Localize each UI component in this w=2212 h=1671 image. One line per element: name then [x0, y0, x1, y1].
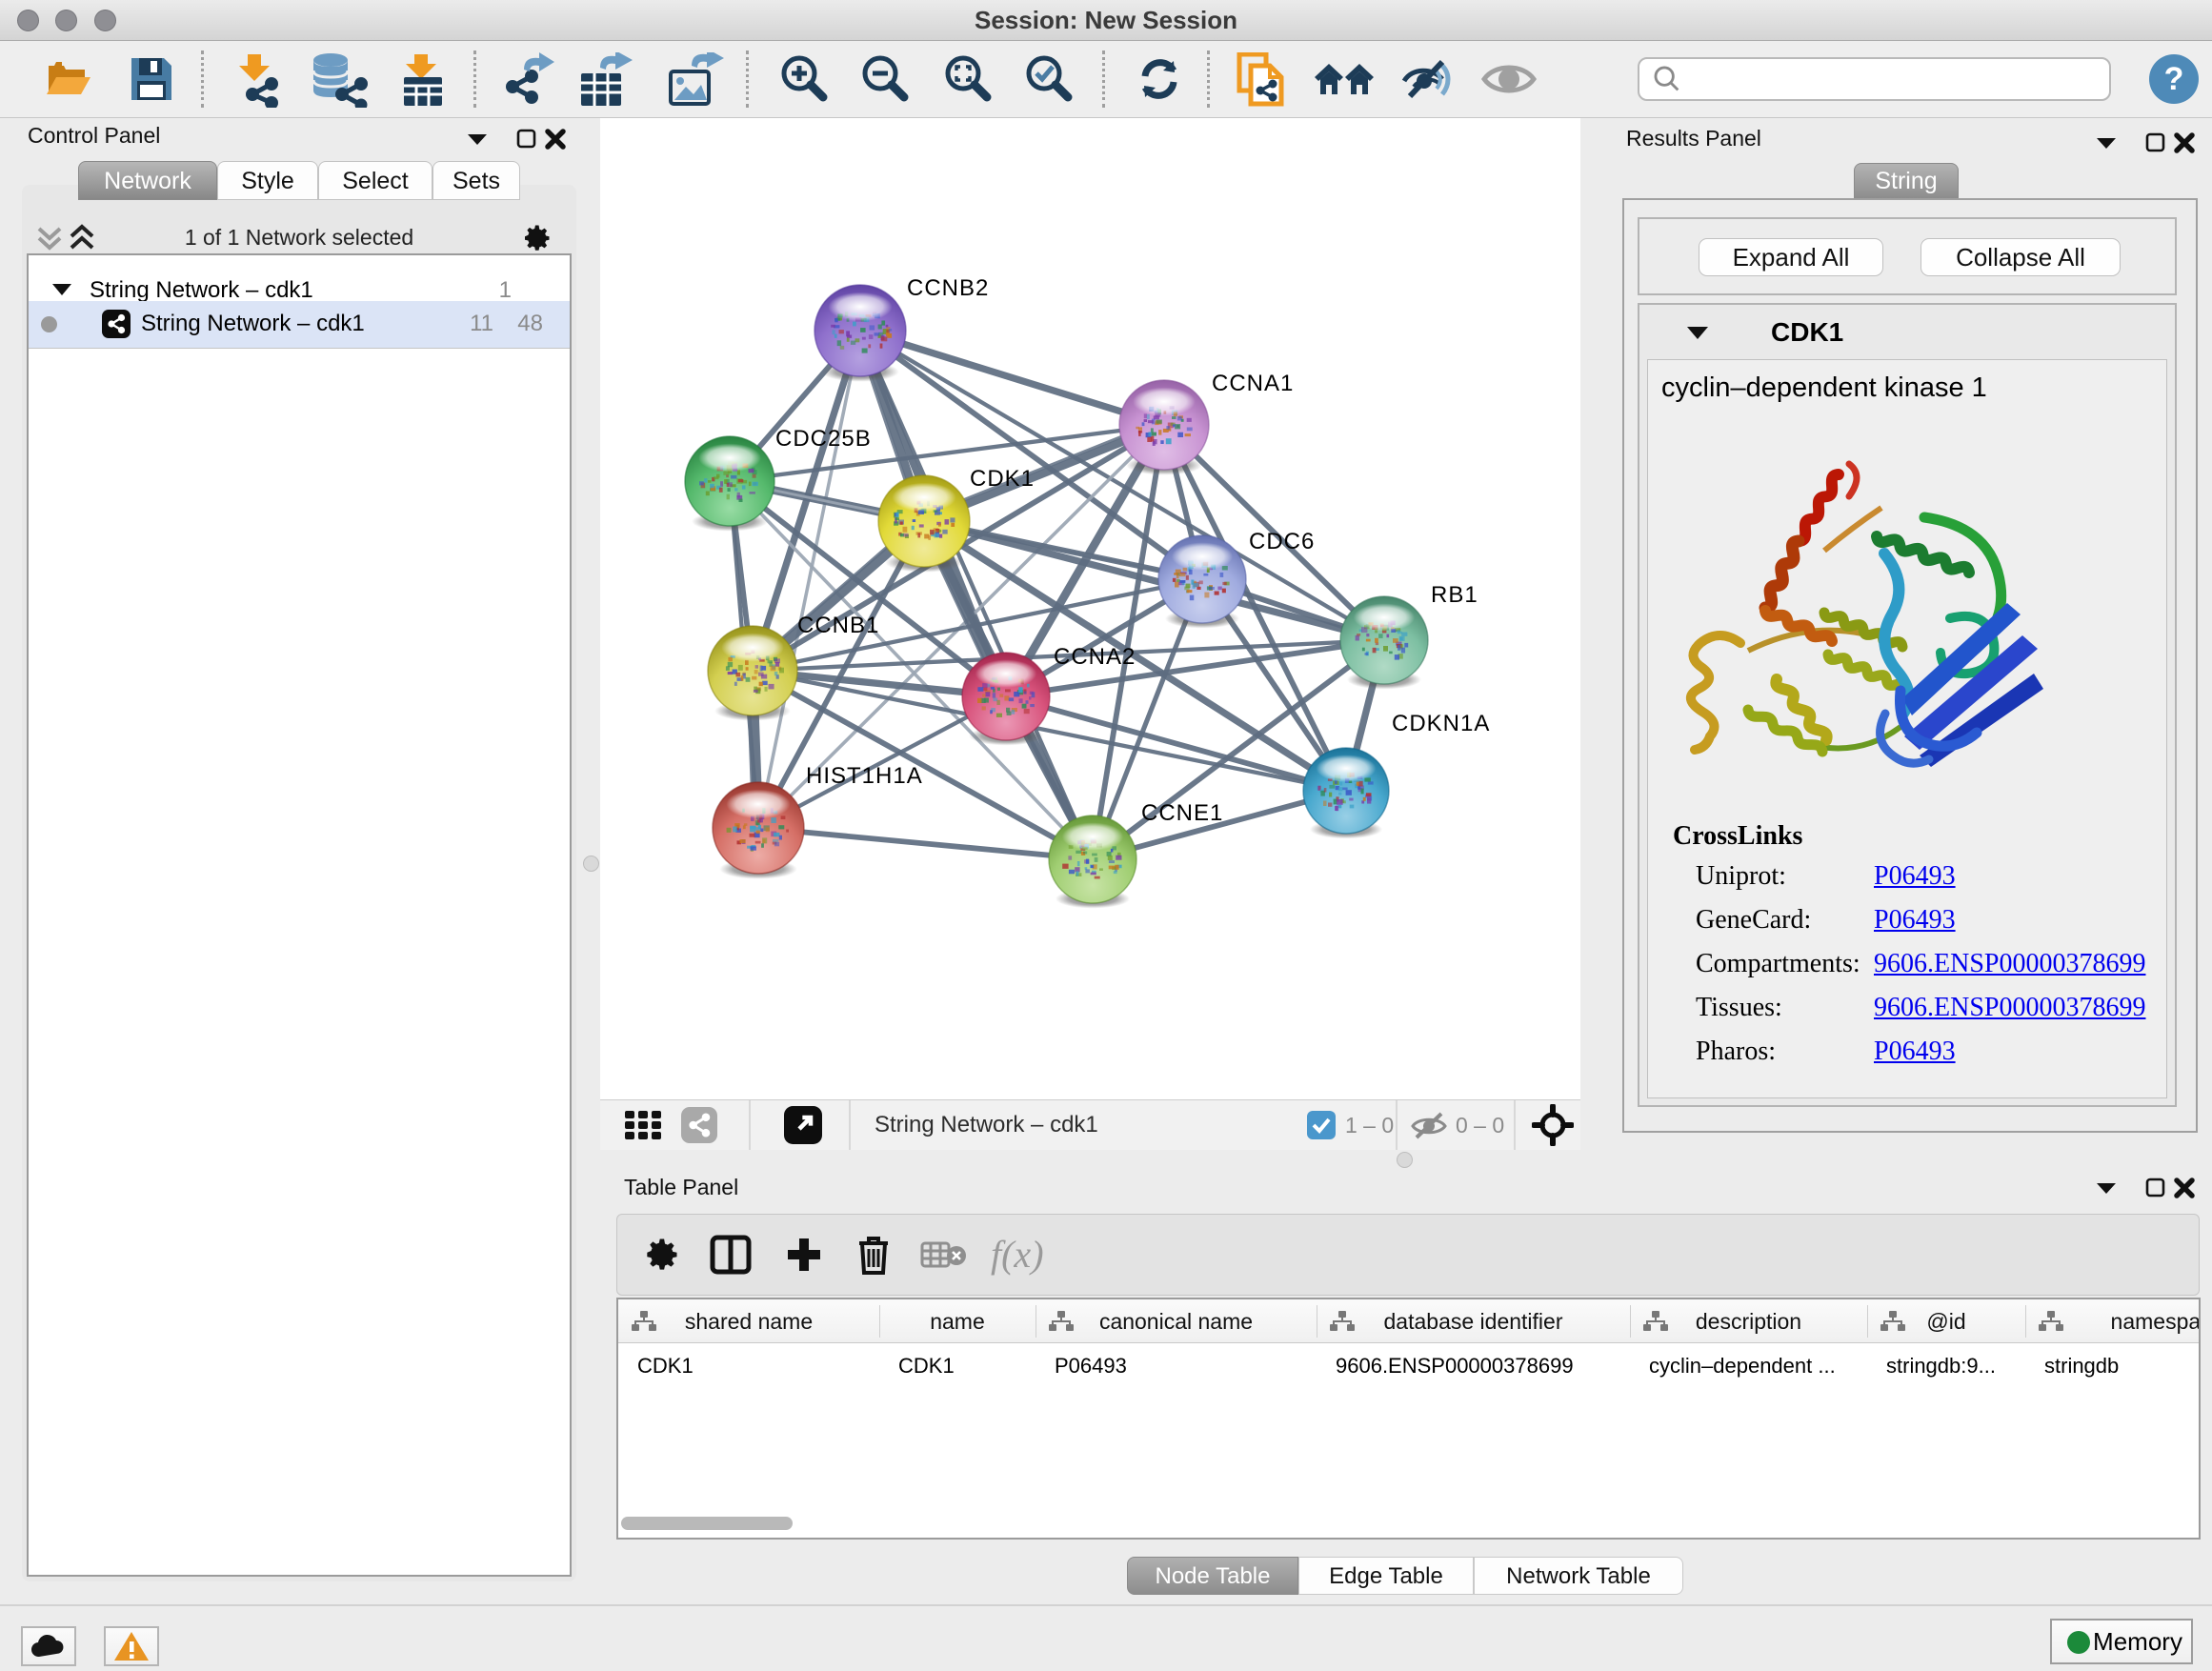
- svg-text:CCNB1: CCNB1: [797, 613, 879, 638]
- svg-text:CDC6: CDC6: [1249, 529, 1315, 554]
- svg-text:CDC25B: CDC25B: [775, 426, 872, 452]
- svg-text:CCNA2: CCNA2: [1054, 644, 1136, 670]
- svg-text:CCNA1: CCNA1: [1212, 371, 1294, 396]
- svg-text:CCNE1: CCNE1: [1141, 800, 1223, 826]
- svg-text:CCNB2: CCNB2: [907, 275, 989, 301]
- svg-text:CDK1: CDK1: [970, 466, 1035, 492]
- svg-text:RB1: RB1: [1431, 582, 1478, 608]
- svg-text:CDKN1A: CDKN1A: [1392, 711, 1490, 736]
- svg-text:HIST1H1A: HIST1H1A: [806, 763, 923, 789]
